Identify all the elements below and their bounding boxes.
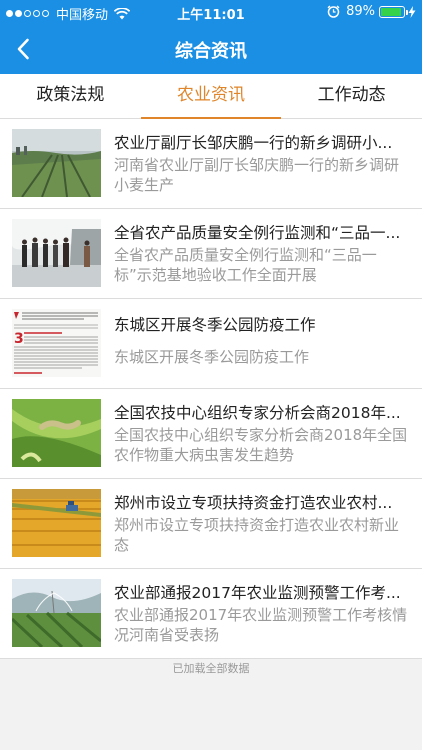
news-title: 全国农技中心组织专家分析会商2018年... [114,404,401,422]
news-title: 郑州市设立专项扶持资金打造农业农村... [114,494,393,512]
svg-text:3: 3 [14,331,24,347]
news-list: 农业厅副厅长邹庆鹏一行的新乡调研小... 河南省农业厅副厅长邹庆鹏一行的新乡调研… [0,119,422,659]
news-item[interactable]: 农业厅副厅长邹庆鹏一行的新乡调研小... 河南省农业厅副厅长邹庆鹏一行的新乡调研… [0,119,422,209]
news-title: 农业部通报2017年农业监测预警工作考... [114,584,401,602]
load-status: 已加载全部数据 [172,662,250,675]
news-summary: 东城区开展冬季公园防疫工作 [114,348,310,366]
news-item[interactable]: 全国农技中心组织专家分析会商2018年... 全国农技中心组织专家分析会商201… [0,389,422,479]
battery-level-fill [381,7,401,16]
battery-percentage: 89% [346,4,375,19]
news-summary: 全省农产品质量安全例行监测和“三品一标”示范基地验收工作全面开展 [114,246,377,284]
news-item[interactable]: 郑州市设立专项扶持资金打造农业农村... 郑州市设立专项扶持资金打造农业农村新业… [0,479,422,569]
news-item[interactable]: 农业部通报2017年农业监测预警工作考... 农业部通报2017年农业监测预警工… [0,569,422,659]
corn-pest-photo [12,399,101,467]
news-summary: 全国农技中心组织专家分析会商2018年全国农作物重大病虫害发生趋势 [114,426,408,464]
irrigation-field-photo [12,579,101,647]
tab-agri-news[interactable]: 农业资讯 [140,74,282,119]
status-bar: 中国移动 上午11:01 89% [0,0,422,24]
inspection-group-photo [12,219,101,287]
status-right: 89% [327,4,416,19]
battery-icon [379,5,408,18]
news-title: 东城区开展冬季公园防疫工作 [114,316,316,334]
wheat-field-photo [12,129,101,197]
category-tabs: 政策法规 农业资讯 工作动态 [0,74,422,119]
news-summary: 农业部通报2017年农业监测预警工作考核情况河南省受表扬 [114,606,408,644]
newspaper-clipping: 3 [12,309,101,377]
news-summary: 郑州市设立专项扶持资金打造农业农村新业态 [114,516,400,554]
news-item[interactable]: 全省农产品质量安全例行监测和“三品一... 全省农产品质量安全例行监测和“三品一… [0,209,422,299]
news-item[interactable]: 3 东城区开展冬季公园防疫工作 东城区开展冬季公园防疫工作 [0,299,422,389]
harvest-field-photo [12,489,101,557]
tab-policy[interactable]: 政策法规 [0,74,141,118]
alarm-clock-icon [327,5,340,18]
charging-bolt-icon [408,5,416,18]
page-title: 综合资讯 [175,41,247,62]
navigation-bar: 综合资讯 [0,24,422,74]
news-title: 全省农产品质量安全例行监测和“三品一... [114,224,401,242]
tab-work-updates[interactable]: 工作动态 [281,74,422,118]
news-title: 农业厅副厅长邹庆鹏一行的新乡调研小... [114,134,393,152]
news-summary: 河南省农业厅副厅长邹庆鹏一行的新乡调研小麦生产 [114,156,400,194]
